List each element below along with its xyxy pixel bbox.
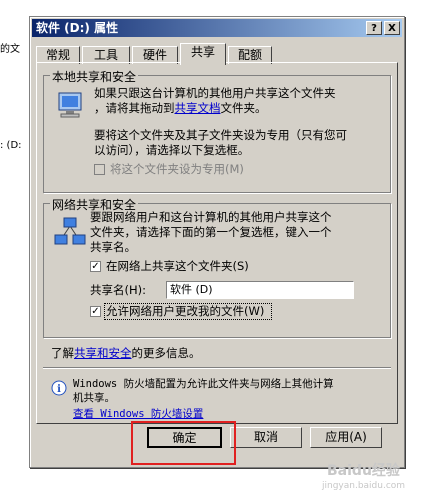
- allow-change-label: 允许网络用户更改我的文件(W): [106, 304, 265, 318]
- watermark: Baidu经验: [327, 463, 400, 479]
- local-sharing-title: 本地共享和安全: [50, 68, 139, 85]
- computer-icon: [58, 92, 82, 118]
- network-sharing-group: 网络共享和安全 要跟网络用户和这台计算机的其他用户共享这个 文件夹，请选择下面的…: [43, 196, 391, 338]
- share-name-label: 共享名(H):: [90, 283, 146, 297]
- background-text: : (D:: [0, 140, 22, 151]
- network-desc-line2: 文件夹，请选择下面的第一个复选框，键入一个: [90, 225, 332, 239]
- make-private-checkbox[interactable]: [94, 164, 105, 175]
- dialog-title: 软件 (D:) 属性: [36, 21, 119, 35]
- title-bar: 软件 (D:) 属性 ? X: [32, 19, 402, 37]
- allow-change-checkbox[interactable]: ✓: [90, 306, 101, 317]
- background-text: 的文: [0, 44, 20, 55]
- firewall-line1: Windows 防火墙配置为允许此文件夹与网络上其他计算: [73, 378, 334, 390]
- share-name-input[interactable]: 软件 (D): [166, 281, 354, 299]
- local-sharing-group: 本地共享和安全 如果只跟这台计算机的其他用户共享这个文件夹 ，请将其拖动到共享文…: [43, 68, 391, 193]
- separator: [43, 367, 391, 369]
- network-icon: [54, 217, 86, 245]
- learn-more-text: 了解共享和安全的更多信息。: [51, 346, 201, 360]
- tab-sharing[interactable]: 共享: [180, 43, 226, 65]
- network-desc-line3: 共享名。: [90, 240, 136, 254]
- shared-documents-link[interactable]: 共享文档: [175, 101, 221, 115]
- watermark-sub: jingyan.baidu.com: [322, 481, 406, 491]
- apply-button[interactable]: 应用(A): [310, 427, 382, 448]
- cancel-button[interactable]: 取消: [230, 427, 302, 448]
- close-button[interactable]: X: [384, 21, 400, 35]
- sharing-panel: 本地共享和安全 如果只跟这台计算机的其他用户共享这个文件夹 ，请将其拖动到共享文…: [36, 62, 398, 424]
- annotation-highlight-box: [131, 421, 236, 465]
- network-desc-line1: 要跟网络用户和这台计算机的其他用户共享这个: [90, 210, 332, 224]
- make-private-label: 将这个文件夹设为专用(M): [110, 162, 244, 176]
- share-on-network-checkbox[interactable]: ✓: [90, 261, 101, 272]
- svg-text:i: i: [57, 384, 61, 395]
- firewall-line2: 机共享。: [73, 392, 115, 404]
- sharing-security-link[interactable]: 共享和安全: [74, 346, 132, 360]
- help-button[interactable]: ?: [366, 21, 382, 35]
- info-icon: i: [51, 380, 67, 396]
- private-desc-line1: 要将这个文件夹及其子文件夹设为专用（只有您可: [94, 128, 347, 142]
- firewall-settings-link[interactable]: 查看 Windows 防火墙设置: [73, 407, 203, 422]
- local-desc-line1: 如果只跟这台计算机的其他用户共享这个文件夹: [94, 86, 336, 100]
- private-desc-line2: 以访问），请选择以下复选框。: [94, 143, 250, 157]
- properties-dialog: 软件 (D:) 属性 ? X 常规 工具 硬件 共享 配额 本地共享和安全 如果…: [29, 16, 405, 468]
- local-desc-line2: ，请将其拖动到共享文档文件夹。: [94, 101, 267, 115]
- share-on-network-label: 在网络上共享这个文件夹(S): [106, 259, 249, 273]
